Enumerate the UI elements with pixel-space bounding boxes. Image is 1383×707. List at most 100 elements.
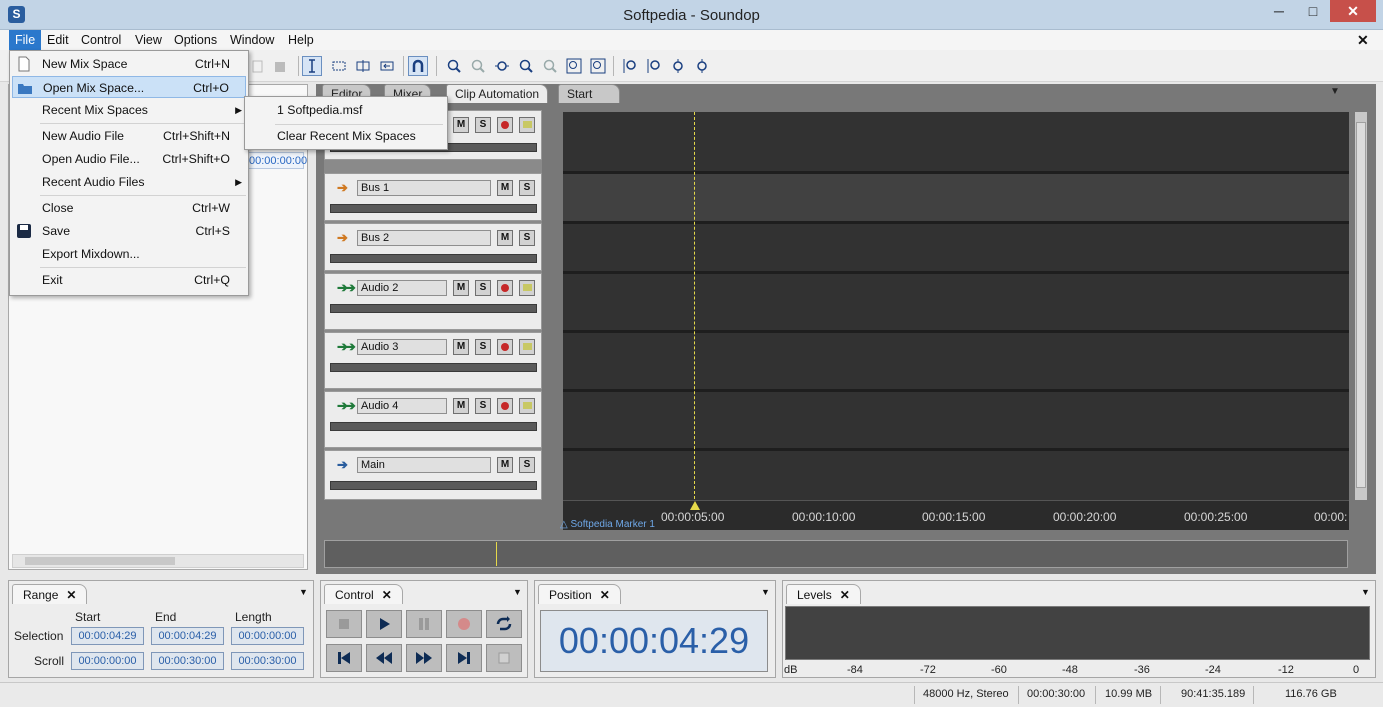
menu-item-new-audio-file[interactable]: New Audio File Ctrl+Shift+N — [12, 125, 246, 147]
solo-button[interactable]: S — [475, 339, 491, 355]
mute-button[interactable]: M — [453, 339, 469, 355]
track-row[interactable]: ➔➔ Audio 3 M S — [324, 332, 542, 389]
track-name[interactable]: Main — [357, 457, 491, 473]
scroll-end-field[interactable]: 00:00:30:00 — [151, 652, 224, 670]
selection-length-field[interactable]: 00:00:00:00 — [231, 627, 304, 645]
record-arm-button[interactable] — [497, 280, 513, 296]
menu-file[interactable]: File — [9, 30, 42, 50]
monitor-button[interactable] — [519, 117, 535, 133]
fast-forward-button[interactable] — [406, 644, 442, 672]
menu-item-recent-audio-files[interactable]: Recent Audio Files ▶ — [12, 171, 246, 193]
solo-button[interactable]: S — [475, 398, 491, 414]
zoom-track-in-icon[interactable] — [668, 56, 688, 76]
rewind-button[interactable] — [366, 644, 402, 672]
track-name[interactable]: Bus 1 — [357, 180, 491, 196]
monitor-button[interactable] — [519, 398, 535, 414]
menu-item-clear-recent[interactable]: Clear Recent Mix Spaces — [247, 125, 445, 147]
pause-button[interactable] — [406, 610, 442, 638]
move-tool-icon[interactable] — [353, 56, 373, 76]
zoom-in-vertical-icon[interactable] — [620, 56, 640, 76]
loop-button[interactable] — [486, 610, 522, 638]
mute-button[interactable]: M — [497, 457, 513, 473]
timeline-lane[interactable] — [563, 274, 1349, 333]
timeline-vertical-scrollbar[interactable] — [1355, 112, 1367, 500]
trim-tool-icon[interactable] — [377, 56, 397, 76]
play-button[interactable] — [366, 610, 402, 638]
playhead[interactable] — [694, 112, 695, 504]
menu-item-recent-file[interactable]: 1 Softpedia.msf — [247, 99, 445, 121]
menu-options[interactable]: Options — [168, 30, 223, 50]
menu-item-open-audio-file[interactable]: Open Audio File... Ctrl+Shift+O — [12, 148, 246, 170]
track-volume-meter[interactable] — [330, 204, 537, 213]
maximize-button[interactable]: □ — [1296, 0, 1330, 22]
control-tab[interactable]: Control ✕ — [324, 584, 403, 604]
tab-menu-arrow-icon[interactable]: ▼ — [1330, 86, 1340, 97]
close-icon[interactable]: ✕ — [600, 588, 610, 602]
solo-button[interactable]: S — [475, 117, 491, 133]
mute-button[interactable]: M — [497, 230, 513, 246]
zoom-out-time-icon[interactable] — [468, 56, 488, 76]
scroll-length-field[interactable]: 00:00:30:00 — [231, 652, 304, 670]
panel-menu-arrow-icon[interactable]: ▼ — [1361, 587, 1370, 597]
monitor-button[interactable] — [519, 339, 535, 355]
menu-item-close[interactable]: Close Ctrl+W — [12, 197, 246, 219]
timeline-lane[interactable] — [563, 451, 1349, 500]
record-button[interactable] — [446, 610, 482, 638]
track-name[interactable]: Audio 3 — [357, 339, 447, 355]
zoom-selection-icon[interactable] — [516, 56, 536, 76]
zoom-out-full-icon[interactable] — [588, 56, 608, 76]
track-name[interactable]: Audio 4 — [357, 398, 447, 414]
scrollbar-thumb[interactable] — [25, 557, 175, 565]
menu-control[interactable]: Control — [75, 30, 127, 50]
track-row[interactable]: ➔ Bus 1 M S — [324, 173, 542, 221]
track-volume-meter[interactable] — [330, 363, 537, 372]
track-name[interactable]: Bus 2 — [357, 230, 491, 246]
go-to-end-button[interactable] — [446, 644, 482, 672]
mute-button[interactable]: M — [453, 398, 469, 414]
menu-item-new-mix-space[interactable]: New Mix Space Ctrl+N — [12, 53, 246, 75]
timeline-lane[interactable] — [563, 333, 1349, 392]
solo-button[interactable]: S — [519, 230, 535, 246]
menu-item-open-mix-space[interactable]: Open Mix Space... Ctrl+O — [12, 76, 246, 98]
scroll-start-field[interactable]: 00:00:00:00 — [71, 652, 144, 670]
range-tab[interactable]: Range ✕ — [12, 584, 88, 604]
solo-button[interactable]: S — [475, 280, 491, 296]
record-stop-button[interactable] — [486, 644, 522, 672]
marker-label[interactable]: △ Softpedia Marker 1 — [560, 519, 655, 530]
time-ruler[interactable]: 00:00:05:00 00:00:10:00 00:00:15:00 00:0… — [563, 500, 1349, 530]
menu-item-export-mixdown[interactable]: Export Mixdown... — [12, 243, 246, 265]
timeline-lane[interactable] — [563, 174, 1349, 224]
overview-bar[interactable] — [324, 540, 1348, 568]
paste-icon[interactable] — [270, 56, 290, 76]
scrollbar-thumb[interactable] — [1356, 122, 1366, 488]
panel-menu-arrow-icon[interactable]: ▼ — [761, 587, 770, 597]
menu-edit[interactable]: Edit — [41, 30, 75, 50]
zoom-in-time-icon[interactable] — [444, 56, 464, 76]
timeline-canvas[interactable] — [563, 112, 1349, 500]
track-name[interactable]: Audio 2 — [357, 280, 447, 296]
tab-start[interactable]: Start — [558, 84, 620, 103]
panel-menu-arrow-icon[interactable]: ▼ — [299, 587, 308, 597]
timeline-lane[interactable] — [563, 112, 1349, 174]
zoom-out-vertical-icon[interactable] — [644, 56, 664, 76]
menu-item-recent-mix-spaces[interactable]: Recent Mix Spaces ▶ — [12, 99, 246, 121]
menu-item-exit[interactable]: Exit Ctrl+Q — [12, 269, 246, 291]
snap-magnet-icon[interactable] — [408, 56, 428, 76]
close-button[interactable]: ✕ — [1330, 0, 1376, 22]
selection-start-field[interactable]: 00:00:04:29 — [71, 627, 144, 645]
close-icon[interactable]: ✕ — [66, 588, 76, 602]
timeline-lane[interactable] — [563, 224, 1349, 274]
menu-window[interactable]: Window — [224, 30, 280, 50]
zoom-in-full-icon[interactable] — [564, 56, 584, 76]
track-volume-meter[interactable] — [330, 422, 537, 431]
timeline-lane[interactable] — [563, 392, 1349, 451]
menu-view[interactable]: View — [129, 30, 168, 50]
menu-item-save[interactable]: Save Ctrl+S — [12, 220, 246, 242]
select-tool-icon[interactable] — [302, 56, 322, 76]
go-to-start-button[interactable] — [326, 644, 362, 672]
document-close-icon[interactable]: ✕ — [1357, 32, 1369, 49]
menu-help[interactable]: Help — [282, 30, 320, 50]
tab-clip-automation[interactable]: Clip Automation — [446, 84, 549, 103]
zoom-track-out-icon[interactable] — [692, 56, 712, 76]
zoom-reset-icon[interactable] — [540, 56, 560, 76]
